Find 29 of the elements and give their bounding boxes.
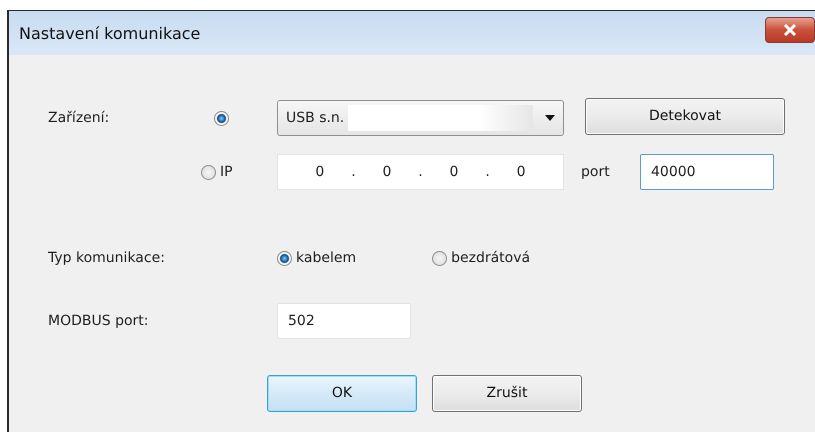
window-title: Nastavení komunikace <box>19 24 200 42</box>
detect-button[interactable]: Detekovat <box>585 98 785 134</box>
close-button[interactable] <box>765 17 815 43</box>
port-label: port <box>580 164 611 180</box>
radio-button[interactable] <box>201 164 216 180</box>
device-label: Zařízení: <box>48 110 110 126</box>
ip-octet[interactable]: 0 <box>516 164 526 180</box>
modbus-port-label: MODBUS port: <box>48 313 150 329</box>
ip-octet[interactable]: 0 <box>382 164 392 180</box>
ip-separator: . <box>351 164 356 180</box>
ok-button[interactable]: OK <box>267 374 417 412</box>
port-field[interactable]: 40000 <box>640 154 774 190</box>
radio-button[interactable] <box>277 250 292 266</box>
modbus-port-field[interactable]: 502 <box>277 303 411 339</box>
cancel-button[interactable]: Zrušit <box>432 374 582 412</box>
ip-separator: . <box>418 164 423 180</box>
radio-label[interactable]: bezdrátová <box>451 250 530 266</box>
ip-octet[interactable]: 0 <box>315 164 324 180</box>
radio-button[interactable] <box>432 250 448 266</box>
close-icon <box>783 24 797 36</box>
ip-separator: . <box>485 164 490 180</box>
dropdown-arrow-icon <box>545 115 555 121</box>
radio-label[interactable]: kabelem <box>296 250 356 266</box>
device-dropdown[interactable]: USB s.n. <box>277 100 564 136</box>
ip-octet[interactable]: 0 <box>450 164 458 180</box>
communication-type-label: Typ komunikace: <box>48 250 166 266</box>
radio-button[interactable] <box>214 110 229 126</box>
ip-label: IP <box>220 164 233 180</box>
ip-address-field[interactable]: 0 . 0 . 0 . 0 <box>277 154 564 190</box>
